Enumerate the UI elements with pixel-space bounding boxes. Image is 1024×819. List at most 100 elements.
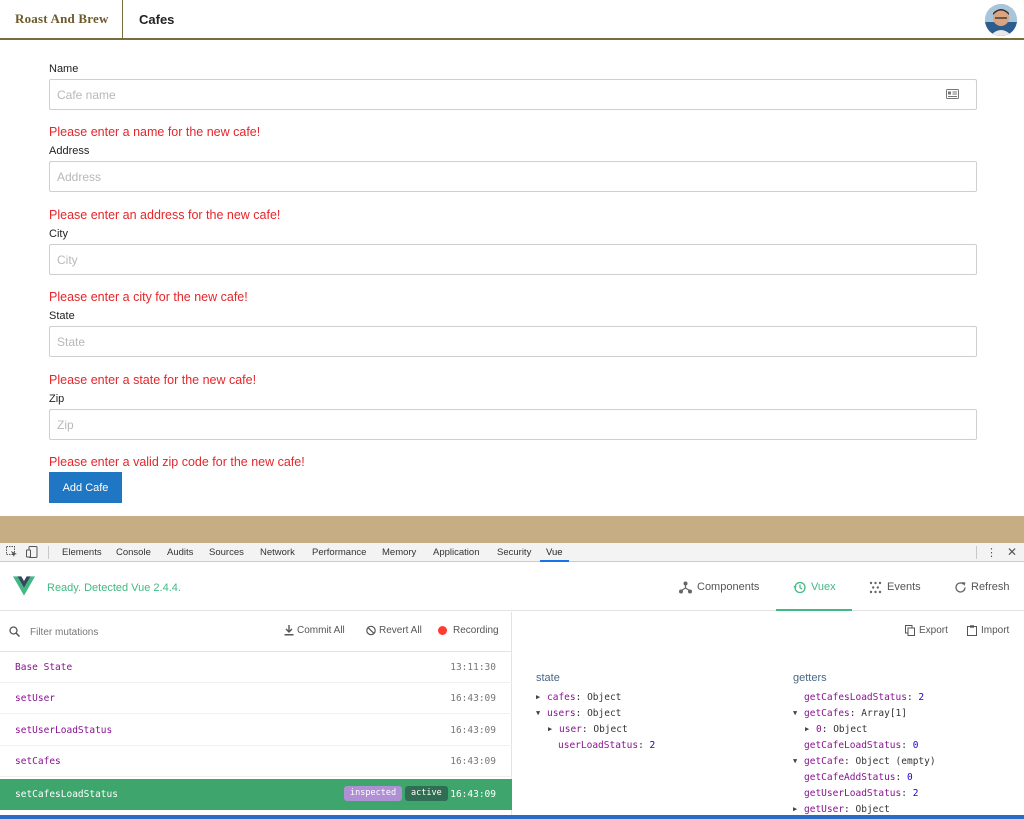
search-icon — [9, 626, 20, 637]
tab-performance[interactable]: Performance — [312, 547, 366, 558]
more-options-icon[interactable]: ⋮ — [986, 546, 997, 559]
devtools-divider — [976, 546, 977, 559]
tab-elements[interactable]: Elements — [62, 547, 102, 558]
mutation-row[interactable]: setUserLoadStatus 16:43:09 — [0, 715, 512, 746]
avatar[interactable] — [985, 4, 1017, 36]
mutation-time: 13:11:30 — [450, 662, 496, 673]
mutation-time: 16:43:09 — [450, 756, 496, 767]
nav-components[interactable]: Components — [664, 563, 775, 610]
inspect-element-icon[interactable] — [6, 546, 18, 558]
mutation-row[interactable]: Base State 13:11:30 — [0, 652, 512, 683]
state-toolbar: Export Import — [513, 612, 1024, 652]
mutations-toolbar: Commit All Revert All Recording — [0, 612, 512, 652]
app-header: Roast And Brew Cafes — [0, 0, 1024, 40]
history-icon — [793, 581, 806, 594]
nav-components-label: Components — [697, 581, 760, 593]
address-input[interactable] — [49, 161, 977, 192]
getter-item: getCafeAddStatus: 0 — [804, 772, 913, 783]
zip-input[interactable] — [49, 409, 977, 440]
getter-item: getCafeLoadStatus: 0 — [804, 740, 919, 751]
state-key: userLoadStatus — [558, 740, 639, 751]
tab-vue[interactable]: Vue — [540, 547, 568, 562]
tab-network[interactable]: Network — [260, 547, 295, 558]
mutation-row[interactable]: setCafes 16:43:09 — [0, 746, 512, 777]
state-item: userLoadStatus: 2 — [558, 740, 656, 751]
mutation-row-selected[interactable]: setCafesLoadStatus inspected active 16:4… — [0, 779, 512, 810]
address-label: Address — [49, 145, 90, 157]
zip-error: Please enter a valid zip code for the ne… — [49, 455, 305, 469]
device-toolbar-icon[interactable] — [26, 546, 38, 558]
expand-arrow-icon[interactable]: ▶ — [793, 805, 797, 813]
block-icon — [366, 625, 376, 636]
nav-vuex[interactable]: Vuex — [776, 563, 852, 611]
state-value: 2 — [649, 740, 656, 751]
tab-audits[interactable]: Audits — [167, 547, 193, 558]
getter-value: 2 — [912, 788, 919, 799]
commit-all-label: Commit All — [297, 625, 345, 636]
getter-value: 0 — [912, 740, 919, 751]
name-field-wrap — [49, 79, 977, 110]
tab-console[interactable]: Console — [116, 547, 151, 558]
nav-events-label: Events — [887, 581, 921, 593]
getter-key: getCafes — [804, 708, 850, 719]
expand-arrow-icon[interactable]: ▶ — [548, 725, 552, 733]
contact-card-icon[interactable] — [946, 89, 959, 99]
expand-arrow-icon[interactable]: ▶ — [805, 725, 809, 733]
close-icon[interactable]: ✕ — [1007, 545, 1017, 559]
state-input[interactable] — [49, 326, 977, 357]
refresh-icon — [955, 582, 966, 593]
record-icon — [438, 626, 447, 635]
state-inspector-pane: Export Import state ▶ cafes: Object ▼ us… — [513, 612, 1024, 819]
state-section-title: state — [536, 672, 560, 684]
refresh-button[interactable]: Refresh — [940, 563, 1024, 610]
events-icon — [869, 581, 882, 594]
refresh-label: Refresh — [971, 581, 1010, 593]
recording-label: Recording — [453, 625, 499, 636]
getter-value: Object — [855, 804, 890, 815]
recording-toggle[interactable]: Recording — [438, 625, 499, 636]
export-button[interactable]: Export — [905, 625, 948, 636]
state-value: Object — [587, 692, 622, 703]
state-key: user — [559, 724, 582, 735]
inspected-badge: inspected — [344, 786, 403, 801]
brand-logo[interactable]: Roast And Brew — [0, 0, 123, 38]
name-error: Please enter a name for the new cafe! — [49, 125, 261, 139]
import-button[interactable]: Import — [967, 625, 1009, 636]
commit-all-button[interactable]: Commit All — [284, 625, 345, 636]
mutation-name: Base State — [15, 662, 73, 673]
revert-all-button[interactable]: Revert All — [366, 625, 422, 636]
clipboard-icon — [967, 625, 977, 636]
tab-application[interactable]: Application — [433, 547, 479, 558]
collapse-arrow-icon[interactable]: ▼ — [793, 757, 797, 765]
state-value: Object — [593, 724, 628, 735]
getter-item: getUserLoadStatus: 2 — [804, 788, 919, 799]
window-bottom-edge — [0, 815, 1024, 819]
mutations-pane: Commit All Revert All Recording Base Sta… — [0, 612, 512, 819]
state-key: users — [547, 708, 576, 719]
tab-memory[interactable]: Memory — [382, 547, 416, 558]
filter-mutations-input[interactable] — [30, 624, 230, 640]
add-cafe-button[interactable]: Add Cafe — [49, 472, 122, 503]
active-badge: active — [405, 786, 448, 801]
nav-link-cafes[interactable]: Cafes — [139, 12, 174, 27]
mutation-row[interactable]: setUser 16:43:09 — [0, 683, 512, 714]
city-input[interactable] — [49, 244, 977, 275]
devtools-panel: Elements Console Audits Sources Network … — [0, 543, 1024, 819]
name-input[interactable] — [49, 79, 977, 110]
mutation-time: 16:43:09 — [450, 789, 496, 800]
tab-security[interactable]: Security — [497, 547, 531, 558]
zip-label: Zip — [49, 393, 65, 405]
city-error: Please enter a city for the new cafe! — [49, 290, 248, 304]
export-label: Export — [919, 625, 948, 636]
collapse-arrow-icon[interactable]: ▼ — [536, 709, 540, 717]
vue-devtools-header: Ready. Detected Vue 2.4.4. Components Vu… — [0, 563, 1024, 611]
expand-arrow-icon[interactable]: ▶ — [536, 693, 540, 701]
getter-item: getCafesLoadStatus: 2 — [804, 692, 925, 703]
mutation-name: setUser — [15, 693, 56, 704]
collapse-arrow-icon[interactable]: ▼ — [793, 709, 797, 717]
nav-events[interactable]: Events — [856, 563, 936, 610]
getter-value: Object (empty) — [855, 756, 936, 767]
mutation-name: setCafesLoadStatus — [15, 789, 118, 800]
tab-sources[interactable]: Sources — [209, 547, 244, 558]
getter-key: getUser — [804, 804, 845, 815]
